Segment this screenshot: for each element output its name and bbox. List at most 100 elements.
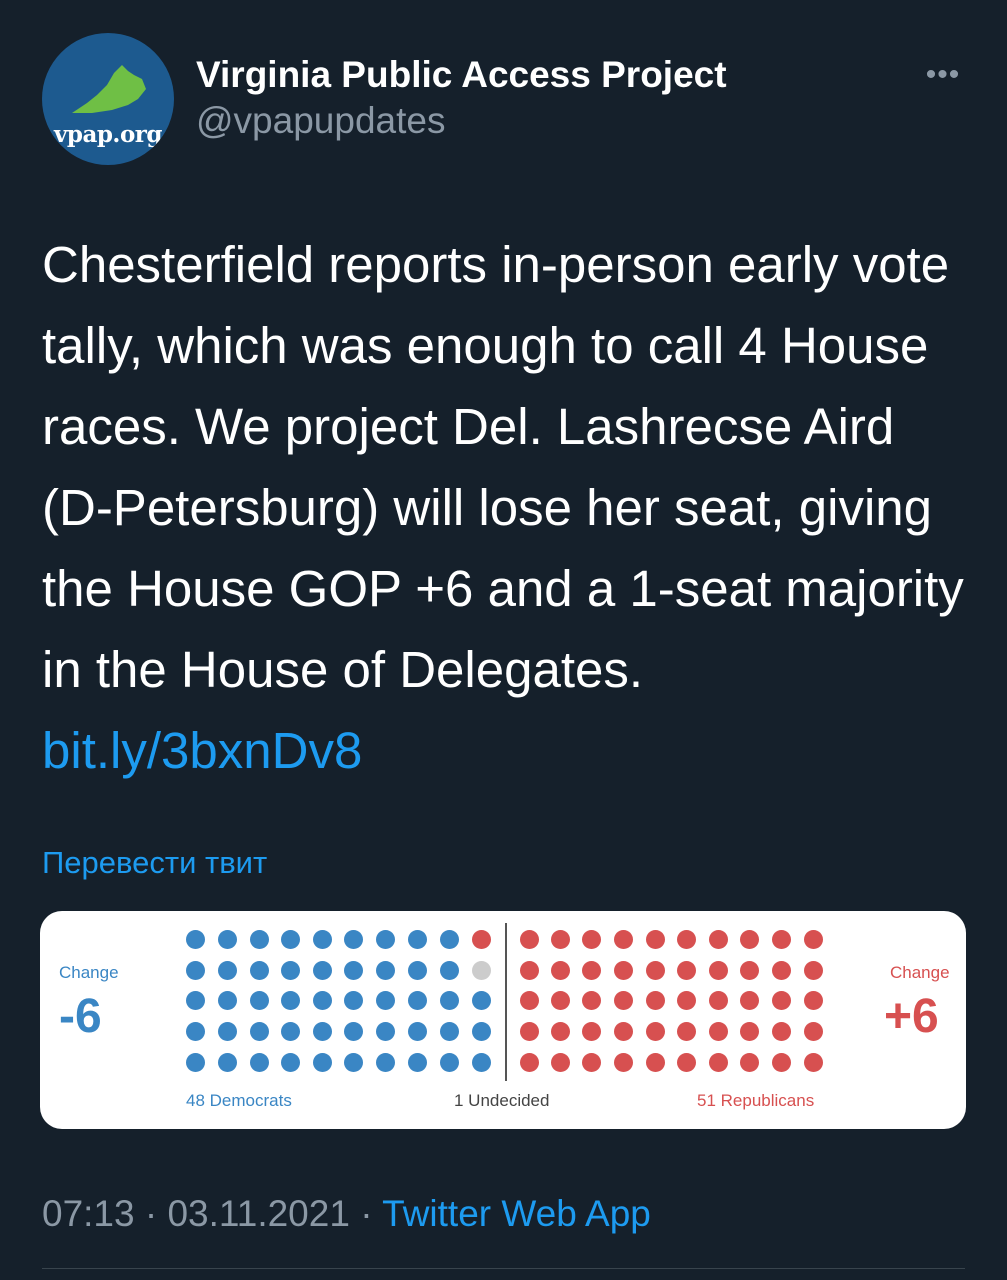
seat-dot [614,991,633,1010]
tweet-date[interactable]: 03.11.2021 [167,1193,349,1234]
seat-dot [186,930,205,949]
seat-dot [646,1022,665,1041]
seat-dot [440,991,459,1010]
seat-dot [520,930,539,949]
seat-dot [677,930,696,949]
tweet-source-app[interactable]: Twitter Web App [382,1193,651,1234]
seat-dot [646,961,665,980]
seat-dot [218,991,237,1010]
seat-dot [440,961,459,980]
seat-dot [677,991,696,1010]
seat-dot [772,991,791,1010]
seat-dot [709,991,728,1010]
seat-dot [520,991,539,1010]
seat-dot [281,1022,300,1041]
seat-dot [709,1053,728,1072]
seat-dot [740,991,759,1010]
seat-dot [740,1053,759,1072]
seat-dot [376,1022,395,1041]
seat-dot [614,930,633,949]
seat-dot [551,961,570,980]
seat-dot [408,1053,427,1072]
left-change-value: -6 [59,990,102,1043]
seat-dot [646,1053,665,1072]
seat-dot [520,1022,539,1041]
seat-dot [218,1022,237,1041]
legend-republicans: 51 Republicans [697,1091,815,1110]
seat-dot [376,961,395,980]
seat-dot [772,930,791,949]
seat-dot [740,1022,759,1041]
seat-dot [408,991,427,1010]
seat-dot [614,1022,633,1041]
seat-dot [281,930,300,949]
seat-dot [804,930,823,949]
seat-dot [313,1053,332,1072]
seat-dot [677,1022,696,1041]
seat-dot [551,930,570,949]
seat-dot [250,1022,269,1041]
seat-dot [344,930,363,949]
seat-dot [772,961,791,980]
seat-dot [344,991,363,1010]
seat-dot [250,1053,269,1072]
seat-dot [551,991,570,1010]
seat-dot [772,1022,791,1041]
seat-dot [344,1022,363,1041]
seat-dot [218,930,237,949]
seat-dot [614,961,633,980]
seat-dot [551,1053,570,1072]
left-change-label: Change [59,963,119,982]
seat-dot [376,1053,395,1072]
more-options-icon[interactable]: ••• [918,55,968,95]
seat-dot [344,961,363,980]
seat-dot [186,991,205,1010]
seat-dot [709,961,728,980]
seat-dot [646,991,665,1010]
seat-dot [582,1022,601,1041]
seat-dot [313,1022,332,1041]
author-handle[interactable]: @vpapupdates [196,100,445,142]
seat-dot [772,1053,791,1072]
seat-dot [582,930,601,949]
seat-dot [709,1022,728,1041]
seat-dot [440,1022,459,1041]
seat-dot [740,930,759,949]
seat-dot [677,1053,696,1072]
avatar[interactable]: vpap.org [42,33,174,165]
translate-tweet-link[interactable]: Перевести твит [42,845,267,881]
seat-dot [440,930,459,949]
seat-dot [582,961,601,980]
seat-dot [313,961,332,980]
seat-dot [281,1053,300,1072]
seat-dot [440,1053,459,1072]
seat-dot [376,991,395,1010]
seat-dot [408,961,427,980]
seat-dot [709,930,728,949]
tweet-body: Chesterfield reports in-person early vot… [42,236,978,698]
seat-dot [646,930,665,949]
seat-dot [804,961,823,980]
seat-dot [472,961,491,980]
media-card[interactable]: Change -6 Change +6 48 Democrats 1 Undec… [40,911,966,1129]
seat-dot [472,1053,491,1072]
seat-dot [250,930,269,949]
seat-dot [186,961,205,980]
tweet-link[interactable]: bit.ly/3bxnDv8 [42,722,362,779]
divider-line [42,1268,965,1269]
seat-dot [520,961,539,980]
seat-dot [186,1022,205,1041]
seat-dot [677,961,696,980]
seat-dot [804,1022,823,1041]
majority-divider [505,923,507,1081]
seat-dot [218,961,237,980]
seat-dot [408,1022,427,1041]
seat-dot [520,1053,539,1072]
seat-dot [218,1053,237,1072]
tweet-time[interactable]: 07:13 [42,1193,135,1234]
author-name[interactable]: Virginia Public Access Project [196,54,727,96]
tweet-timestamp: 07:13 · 03.11.2021 · Twitter Web App [42,1193,651,1234]
seat-dot [472,1022,491,1041]
seat-dot [344,1053,363,1072]
seat-dot [376,930,395,949]
